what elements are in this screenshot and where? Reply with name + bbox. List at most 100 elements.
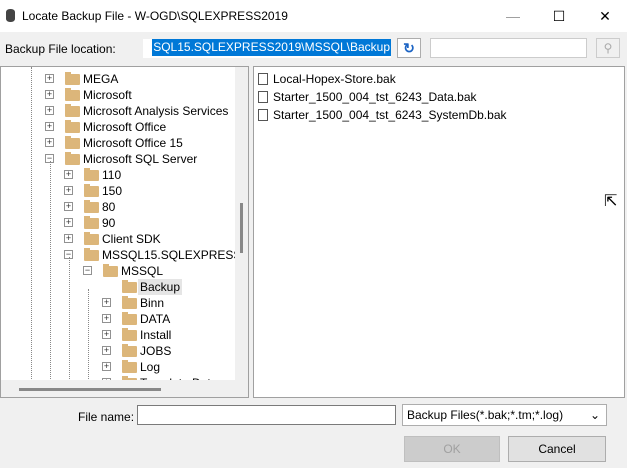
tree-item-label: JOBS xyxy=(140,344,172,358)
folder-icon xyxy=(65,152,80,165)
tree-item-label: MEGA xyxy=(83,72,119,86)
expand-icon[interactable]: + xyxy=(45,122,54,131)
expand-icon[interactable]: + xyxy=(102,314,111,323)
tree-item-label: Microsoft Office 15 xyxy=(83,136,183,150)
folder-icon xyxy=(84,200,99,213)
search-input[interactable] xyxy=(430,38,587,58)
location-value: SQL15.SQLEXPRESS2019\MSSQL\Backup xyxy=(152,39,391,56)
folder-icon xyxy=(84,232,99,245)
scrollbar-thumb[interactable] xyxy=(19,388,161,391)
maximize-button[interactable]: ☐ xyxy=(536,0,582,32)
file-name-label: File name: xyxy=(78,410,135,424)
file-item[interactable]: Starter_1500_004_tst_6243_SystemDb.bak xyxy=(258,107,507,123)
tree-item[interactable]: + Log xyxy=(1,359,235,375)
file-item[interactable]: Local-Hopex-Store.bak xyxy=(258,71,396,87)
folder-icon xyxy=(122,344,137,357)
file-name-input[interactable] xyxy=(137,405,396,425)
tree-item[interactable]: + Microsoft Office xyxy=(1,119,235,135)
location-input[interactable]: SQL15.SQLEXPRESS2019\MSSQL\Backup xyxy=(143,39,391,58)
file-icon xyxy=(258,91,268,103)
tree-item[interactable]: + Microsoft Office 15 xyxy=(1,135,235,151)
file-item[interactable]: Starter_1500_004_tst_6243_Data.bak xyxy=(258,89,477,105)
database-icon xyxy=(6,9,15,22)
file-name: Local-Hopex-Store.bak xyxy=(273,72,396,86)
tree-item-label: 150 xyxy=(102,184,123,198)
folder-icon xyxy=(122,328,137,341)
file-type-value: Backup Files(*.bak;*.tm;*.log) xyxy=(407,408,564,422)
tree-item[interactable]: + Microsoft xyxy=(1,87,235,103)
expand-icon[interactable]: + xyxy=(45,90,54,99)
scrollbar-thumb[interactable] xyxy=(240,203,243,253)
tree-item[interactable]: + Client SDK xyxy=(1,231,235,247)
folder-icon xyxy=(122,280,137,293)
expand-icon[interactable]: + xyxy=(64,218,73,227)
minimize-button[interactable]: — xyxy=(490,0,536,32)
ok-button[interactable]: OK xyxy=(404,436,500,462)
expand-icon[interactable]: + xyxy=(45,74,54,83)
tree-item-label: Microsoft Office xyxy=(83,120,167,134)
expand-icon[interactable]: + xyxy=(64,186,73,195)
tree-item-label: Install xyxy=(140,328,172,342)
tree-item[interactable]: + MEGA xyxy=(1,71,235,87)
tree-item[interactable]: + JOBS xyxy=(1,343,235,359)
search-button[interactable]: ⚲ xyxy=(596,38,620,58)
tree-item[interactable]: + DATA xyxy=(1,311,235,327)
file-list[interactable]: Local-Hopex-Store.bak Starter_1500_004_ts… xyxy=(253,66,625,398)
folder-tree[interactable]: + MEGA + Microsoft + Microsoft Analysis Servi… xyxy=(0,66,249,398)
folder-icon xyxy=(65,120,80,133)
expand-icon[interactable]: + xyxy=(64,234,73,243)
tree-vertical-scrollbar[interactable] xyxy=(235,67,248,380)
folder-icon xyxy=(122,360,137,373)
expand-icon[interactable]: + xyxy=(102,346,111,355)
folder-icon xyxy=(122,296,137,309)
tree-line xyxy=(69,257,70,397)
folder-icon xyxy=(84,184,99,197)
tree-item[interactable]: Backup xyxy=(1,279,235,295)
folder-icon xyxy=(65,104,80,117)
tree-item-label: Client SDK xyxy=(102,232,161,246)
close-button[interactable]: ✕ xyxy=(582,0,627,32)
file-icon xyxy=(258,73,268,85)
folder-icon xyxy=(84,168,99,181)
tree-item[interactable]: − MSSQL xyxy=(1,263,235,279)
tree-item-label: Log xyxy=(140,360,161,374)
tree-item[interactable]: − Microsoft SQL Server xyxy=(1,151,235,167)
tree-item-label: Backup xyxy=(138,279,183,295)
tree-item[interactable]: − MSSQL15.SQLEXPRESS2 xyxy=(1,247,248,263)
folder-icon xyxy=(84,248,99,261)
tree-item-label: Microsoft xyxy=(83,88,132,102)
tree-item[interactable]: + Microsoft Analysis Services xyxy=(1,103,235,119)
tree-item[interactable]: + Binn xyxy=(1,295,235,311)
expand-icon[interactable]: + xyxy=(45,138,54,147)
expand-icon[interactable]: + xyxy=(64,202,73,211)
expand-icon[interactable]: + xyxy=(45,106,54,115)
collapse-icon[interactable]: − xyxy=(83,266,92,275)
tree-line xyxy=(50,161,51,397)
tree-item-label: 90 xyxy=(102,216,116,230)
tree-item[interactable]: +80 xyxy=(1,199,235,215)
tree-item[interactable]: + Install xyxy=(1,327,235,343)
expand-icon[interactable]: + xyxy=(102,330,111,339)
expand-icon[interactable]: + xyxy=(102,298,111,307)
refresh-button[interactable]: ↻ xyxy=(397,38,421,58)
tree-item[interactable]: +90 xyxy=(1,215,235,231)
expand-icon[interactable]: + xyxy=(64,170,73,179)
expand-icon[interactable]: + xyxy=(102,362,111,371)
refresh-icon: ↻ xyxy=(403,40,415,56)
mouse-cursor-icon: ⇱ xyxy=(604,193,618,210)
tree-line xyxy=(31,67,32,397)
file-icon xyxy=(258,109,268,121)
file-type-dropdown[interactable]: Backup Files(*.bak;*.tm;*.log) ⌄ xyxy=(402,404,607,426)
tree-item-label: 80 xyxy=(102,200,116,214)
folder-icon xyxy=(65,88,80,101)
tree-item[interactable]: +150 xyxy=(1,183,235,199)
folder-icon xyxy=(84,216,99,229)
cancel-button[interactable]: Cancel xyxy=(508,436,606,462)
tree-horizontal-scrollbar[interactable] xyxy=(1,380,248,397)
folder-icon xyxy=(103,264,118,277)
tree-item-label: Binn xyxy=(140,296,165,310)
tree-item-label: 110 xyxy=(102,168,122,182)
tree-item[interactable]: +110 xyxy=(1,167,235,183)
window-title: Locate Backup File - W-OGD\SQLEXPRESS201… xyxy=(22,9,288,23)
tree-item-label: MSSQL15.SQLEXPRESS2 xyxy=(102,248,249,262)
